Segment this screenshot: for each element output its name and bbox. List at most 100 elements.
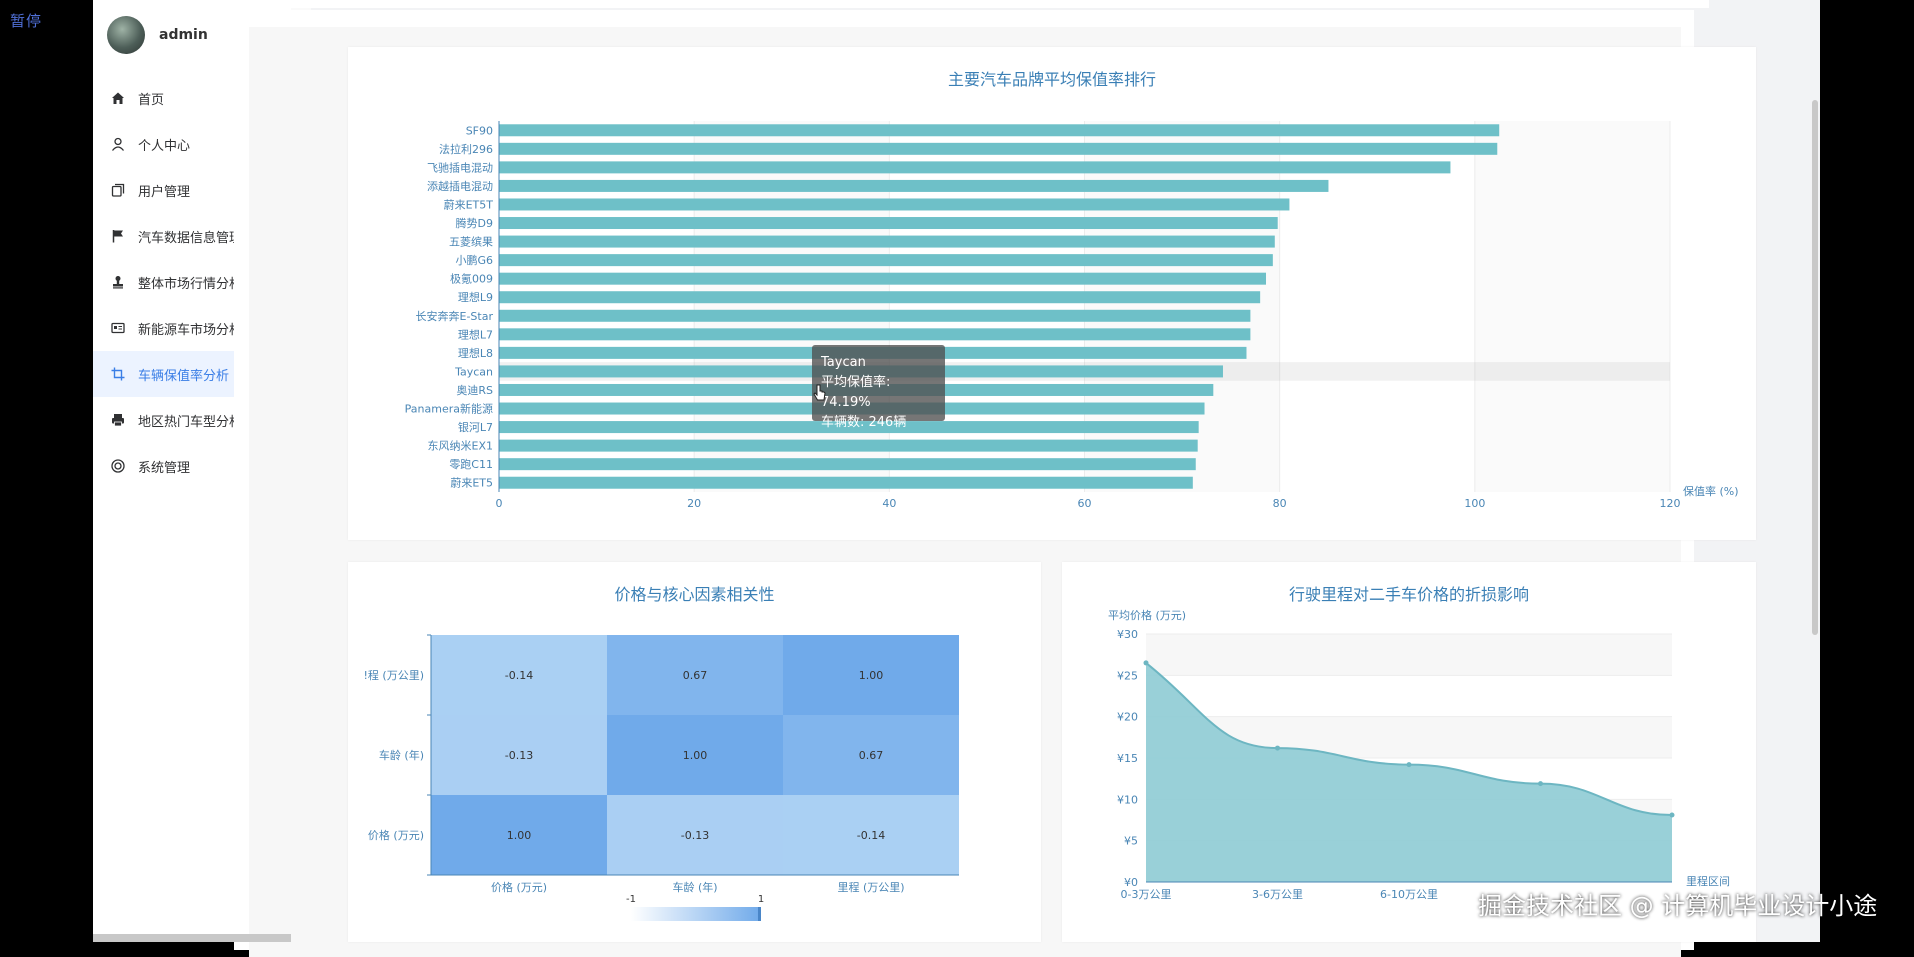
id-card-icon	[110, 320, 126, 336]
tooltip-line: 平均保值率: 74.19%	[821, 375, 891, 410]
bar	[499, 328, 1251, 341]
mileage-area-chart-card: 行驶里程对二手车价格的折损影响 ¥0 ¥5 ¥10 ¥15 ¥20 ¥25 ¥30 0-3万公…	[1062, 562, 1756, 942]
bar	[499, 142, 1498, 155]
y-tick-label: 蔚来ET5	[450, 477, 493, 490]
flag-icon	[110, 228, 126, 244]
y-tick-label: ¥25	[1117, 669, 1138, 682]
y-axis-label: 平均价格 (万元)	[1108, 608, 1186, 622]
avatar[interactable]	[107, 16, 145, 54]
mouse-cursor-icon	[813, 384, 827, 406]
y-tick-label: 极氪009	[450, 272, 493, 286]
cell-value-label: -0.14	[505, 669, 533, 682]
visual-map-max-label: 1	[758, 894, 764, 905]
content-top-strip	[218, 0, 1709, 8]
cell-value-label: 1.00	[507, 829, 532, 842]
y-tick-label: 零跑C11	[449, 457, 493, 471]
y-tick-label: ¥15	[1117, 752, 1138, 765]
cell-value-label: 1.00	[859, 669, 884, 682]
y-tick-label: 东风纳米EX1	[428, 440, 493, 453]
y-tick-label: 蔚来ET5T	[444, 198, 494, 211]
x-axis-label: 保值率 (%)	[1683, 484, 1739, 498]
x-tick-label: 车龄 (年)	[672, 880, 717, 894]
bar	[499, 235, 1275, 248]
cell-value-label: -0.14	[857, 829, 885, 842]
y-tick-label: 添越插电混动	[427, 179, 493, 193]
chart-tooltip: Taycan 平均保值率: 74.19% 车辆数: 246辆	[812, 345, 945, 430]
y-tick-label: 飞驰插电混动	[427, 160, 493, 174]
y-tick-label: ¥10	[1117, 793, 1138, 806]
sidebar-item-label: 汽车数据信息管理	[138, 230, 243, 246]
cell-value-label: 0.67	[859, 749, 884, 762]
bar	[499, 439, 1198, 452]
x-tick-label: 0	[496, 497, 503, 510]
username: admin	[159, 27, 208, 43]
y-tick-label: 法拉利296	[439, 142, 493, 156]
x-tick-label: 100	[1464, 497, 1485, 510]
bar	[499, 272, 1267, 285]
vertical-scrollbar[interactable]	[1812, 100, 1818, 635]
x-tick-label: 40	[882, 497, 896, 510]
sidebar-item-label: 系统管理	[138, 460, 191, 476]
y-tick-label: Panamera新能源	[405, 402, 493, 416]
grid-band	[1474, 121, 1670, 492]
x-tick-label: 3-6万公里	[1252, 888, 1303, 901]
bar	[499, 458, 1196, 471]
bar	[499, 179, 1329, 192]
visual-map-bar	[631, 907, 761, 921]
y-tick-label: 理想L8	[458, 346, 493, 360]
x-tick-label: 6-10万公里	[1380, 888, 1438, 901]
x-tick-label: 20	[687, 497, 701, 510]
y-tick-label: ¥30	[1117, 628, 1138, 641]
sidebar-item-label: 首页	[138, 92, 165, 108]
y-tick-label: 五菱缤果	[449, 235, 493, 249]
horizontal-scrollbar[interactable]	[93, 934, 291, 942]
cell-value-label: -0.13	[505, 749, 533, 762]
y-tick-label: SF90	[466, 124, 493, 137]
y-tick-label: 长安奔奔E-Star	[416, 309, 494, 323]
x-tick-label: 价格 (万元)	[491, 880, 547, 894]
x-tick-label: 120	[1660, 497, 1681, 510]
y-tick-label: 价格 (万元)	[368, 828, 424, 842]
sidebar-item-label: 车辆保值率分析	[138, 368, 230, 384]
area-fill	[1146, 662, 1672, 882]
crop-icon	[110, 366, 126, 382]
bar	[499, 291, 1261, 304]
x-tick-label: 0-3万公里	[1121, 888, 1172, 901]
grid-band	[1084, 121, 1280, 492]
cell-value-label: -0.13	[681, 829, 709, 842]
y-tick-label: ¥5	[1124, 835, 1138, 848]
copy-icon	[110, 182, 126, 198]
visual-map-handle	[758, 907, 761, 921]
y-tick-label: 小鹏G6	[455, 254, 493, 267]
data-point	[1143, 660, 1149, 666]
bar-chart[interactable]: 0 20 40 60 80 100 120 SF90 法拉利296 飞驰插电混动添越插电混动蔚来E…	[348, 47, 1756, 540]
bar	[499, 309, 1251, 322]
y-tick-label: 车龄 (年)	[379, 748, 424, 762]
data-point	[1275, 745, 1280, 751]
sidebar-item-label: 用户管理	[138, 184, 191, 200]
user-profile[interactable]: admin	[107, 16, 208, 54]
bar	[499, 124, 1500, 137]
y-tick-label: 理想L9	[458, 290, 493, 304]
area-chart[interactable]: ¥0¥5¥10¥15¥20¥25¥300-3万公里 3-6万公里 6-10万公里平均…	[1062, 562, 1756, 942]
x-tick-label: 80	[1273, 497, 1287, 510]
pause-indicator[interactable]: 暂停	[10, 10, 42, 31]
home-icon	[110, 90, 126, 106]
heatmap-chart[interactable]: -0.14 0.67 1.00 !程 (万公里) -0.13 1.00 0.67 车龄 (年)…	[348, 562, 1041, 942]
settings-circle-icon	[110, 458, 126, 474]
retention-bar-chart-card: 主要汽车品牌平均保值率排行 0 20 40 60 80 100 120 SF90 法拉利296 飞…	[348, 47, 1756, 540]
bar	[499, 254, 1273, 267]
bar	[499, 476, 1193, 489]
y-tick-label: 银河L7	[458, 420, 493, 434]
data-point	[1669, 812, 1675, 818]
y-tick-label: ¥20	[1117, 711, 1138, 724]
cell-value-label: 0.67	[683, 669, 708, 682]
sidebar-item-label: 地区热门车型分析	[138, 414, 243, 430]
y-tick-label: Taycan	[454, 365, 493, 378]
bar	[499, 161, 1451, 174]
y-tick-label: 理想L7	[458, 327, 493, 341]
printer-icon	[110, 412, 126, 428]
x-tick-label: 60	[1078, 497, 1092, 510]
grid-band	[694, 121, 890, 492]
sidebar-item-label: 新能源车市场分析	[138, 322, 243, 338]
